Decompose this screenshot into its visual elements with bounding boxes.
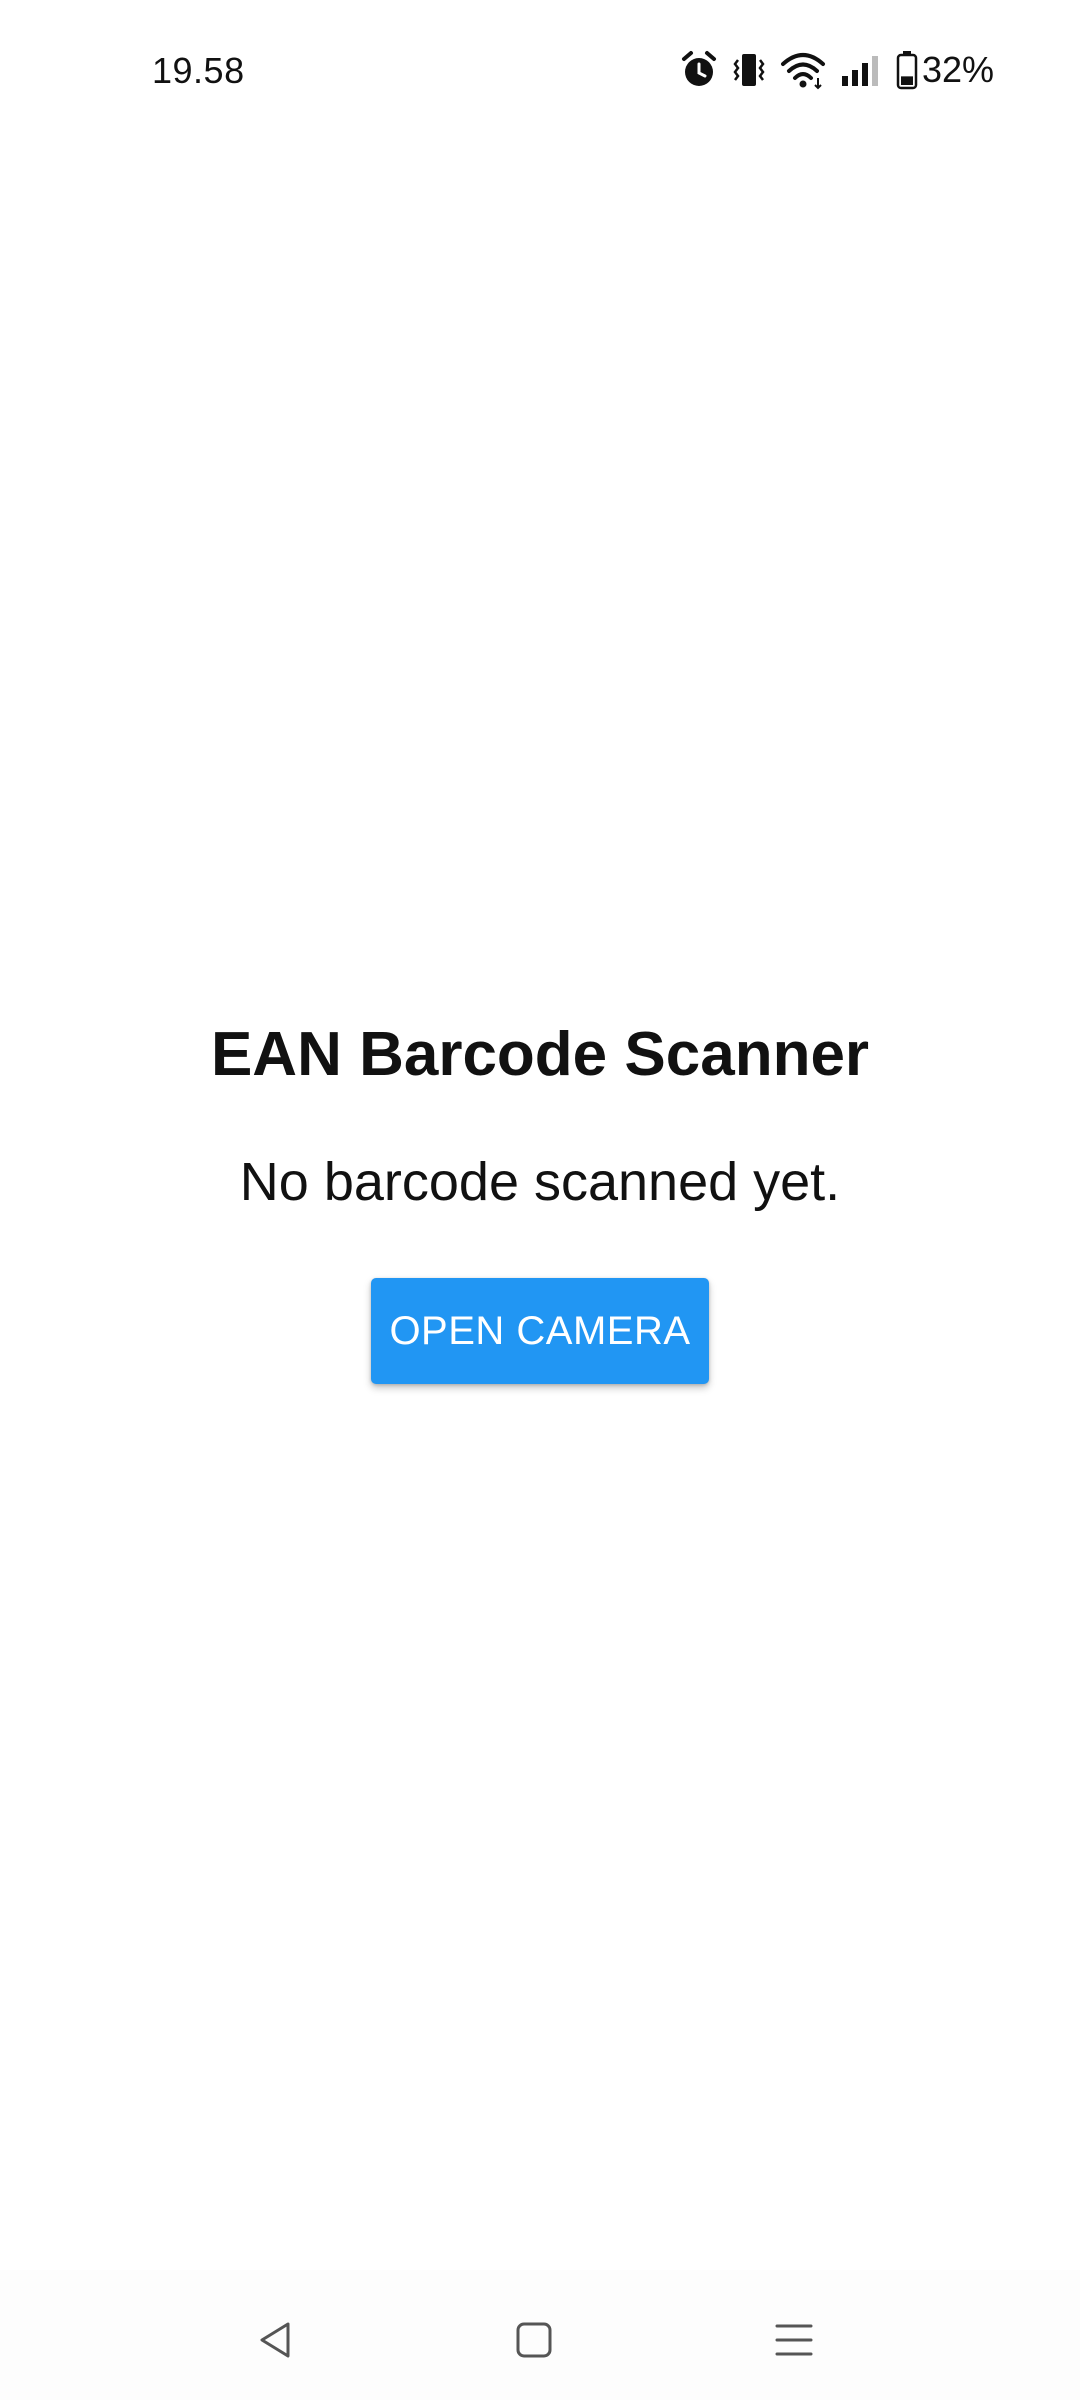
navigation-bar (0, 2270, 1080, 2400)
vibrate-icon (732, 50, 766, 90)
alarm-icon (680, 50, 718, 90)
page-title: EAN Barcode Scanner (210, 1020, 870, 1089)
battery-icon (896, 50, 918, 90)
battery-percent: 32% (921, 49, 994, 90)
status-bar: 19.58 32% (0, 0, 1080, 140)
status-icons: 32% (680, 48, 994, 92)
open-camera-button[interactable]: OPEN CAMERA (371, 1278, 709, 1384)
status-time: 19.58 (152, 50, 245, 91)
home-icon[interactable] (504, 2310, 564, 2370)
scan-result-text: No barcode scanned yet. (239, 1152, 841, 1212)
recents-menu-icon[interactable] (764, 2310, 824, 2370)
back-icon[interactable] (246, 2310, 306, 2370)
wifi-icon (780, 50, 826, 90)
main-content: EAN Barcode Scanner No barcode scanned y… (0, 1010, 1080, 1384)
cellular-signal-icon (840, 50, 882, 90)
app-screen: 19.58 32% EAN Barcode Scanner No barcode… (0, 0, 1080, 2400)
